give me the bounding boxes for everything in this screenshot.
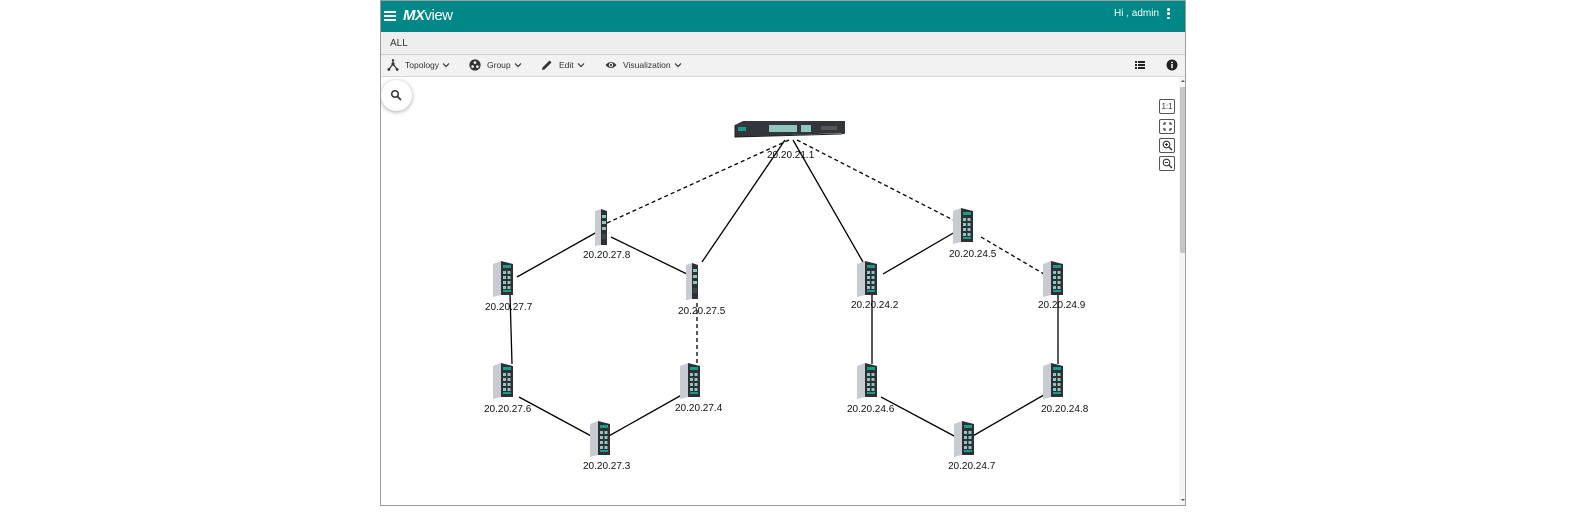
device-20-20-27-8[interactable] — [595, 209, 607, 246]
device-label-24-7: 20.20.24.7 — [948, 461, 996, 472]
topology-map: 20.20.21.1 20.20.27.8 20.20.27.7 20.20.2… — [484, 121, 1089, 472]
logo-mx: MX — [403, 7, 425, 24]
device-label-core: 20.20.21.1 — [767, 150, 815, 161]
zoom-reset-button[interactable]: 1:1 — [1159, 99, 1175, 114]
device-20-20-27-6[interactable] — [493, 363, 513, 399]
visualization-menu-button[interactable]: Visualization — [605, 59, 682, 71]
scrollbar-thumb[interactable] — [1180, 87, 1185, 253]
edit-menu-button[interactable]: Edit — [541, 59, 585, 71]
zoom-reset-label: 1:1 — [1161, 102, 1173, 111]
chevron-down-icon — [674, 63, 682, 68]
scroll-up-arrow-icon[interactable] — [1180, 78, 1186, 84]
device-20-20-24-7[interactable] — [954, 421, 974, 457]
user-greeting: Hi , admin — [1113, 8, 1159, 19]
fit-to-screen-button[interactable] — [1159, 119, 1175, 134]
link-24-8-to-24-7[interactable] — [970, 391, 1050, 438]
group-label: Group — [487, 60, 511, 70]
mxview-window: MXview Hi , admin ALL Topology Group Edi… — [380, 0, 1186, 506]
link-27-6-to-27-3[interactable] — [518, 396, 594, 438]
group-menu-button[interactable]: Group — [469, 59, 522, 71]
chevron-down-icon — [577, 63, 585, 68]
topology-canvas[interactable]: 20.20.21.1 20.20.27.8 20.20.27.7 20.20.2… — [381, 77, 1179, 505]
device-20-20-27-4[interactable] — [680, 363, 700, 399]
device-label-27-4: 20.20.27.4 — [675, 403, 723, 414]
device-label-24-6: 20.20.24.6 — [847, 404, 895, 415]
breadcrumb: ALL — [381, 32, 1185, 55]
device-20-20-27-5[interactable] — [686, 263, 698, 300]
device-label-27-8: 20.20.27.8 — [583, 250, 631, 261]
device-20-20-24-5[interactable] — [953, 208, 973, 244]
scroll-down-arrow-icon[interactable] — [1180, 497, 1186, 503]
zoom-out-icon — [1162, 158, 1173, 169]
device-20-20-24-2[interactable] — [857, 261, 877, 297]
device-label-27-3: 20.20.27.3 — [583, 461, 631, 472]
topology-links — [509, 139, 1059, 438]
chevron-down-icon — [442, 63, 450, 68]
toolbar: Topology Group Edit Visualization — [381, 55, 1185, 77]
zoom-in-icon — [1162, 140, 1173, 151]
link-21-1-to-27-8[interactable] — [606, 139, 790, 224]
info-icon[interactable] — [1166, 59, 1178, 71]
link-24-6-to-24-7[interactable] — [880, 396, 957, 438]
topology-icon — [387, 59, 399, 71]
hamburger-menu-icon[interactable] — [384, 9, 396, 23]
pencil-icon — [542, 60, 552, 70]
device-20-20-24-6[interactable] — [857, 363, 877, 399]
device-label-24-9: 20.20.24.9 — [1038, 300, 1086, 311]
link-27-4-to-27-3[interactable] — [606, 391, 688, 438]
device-20-20-27-7[interactable] — [493, 261, 513, 297]
device-label-24-8: 20.20.24.8 — [1041, 404, 1089, 415]
search-button[interactable] — [381, 80, 412, 111]
zoom-in-button[interactable] — [1159, 138, 1175, 153]
breadcrumb-all[interactable]: ALL — [390, 38, 408, 49]
list-view-icon[interactable] — [1134, 59, 1146, 71]
eye-icon — [605, 62, 617, 68]
fit-screen-icon — [1163, 122, 1172, 131]
device-label-27-5: 20.20.27.5 — [678, 306, 726, 317]
logo-view: view — [424, 7, 454, 24]
link-24-2-to-24-5[interactable] — [882, 231, 956, 275]
top-app-bar: MXview Hi , admin — [381, 1, 1185, 32]
device-label-27-7: 20.20.27.7 — [485, 302, 533, 313]
device-20-20-27-3[interactable] — [590, 421, 610, 457]
device-20-20-24-8[interactable] — [1043, 363, 1063, 399]
topology-menu-button[interactable]: Topology — [387, 59, 450, 71]
group-icon — [469, 59, 481, 71]
chevron-down-icon — [514, 63, 522, 68]
topology-label: Topology — [405, 60, 440, 70]
device-20-20-24-9[interactable] — [1043, 261, 1063, 297]
search-icon — [390, 89, 402, 101]
edit-label: Edit — [559, 60, 574, 70]
device-label-24-2: 20.20.24.2 — [851, 300, 899, 311]
device-label-24-5: 20.20.24.5 — [949, 249, 997, 260]
device-label-27-6: 20.20.27.6 — [484, 404, 532, 415]
app-logo: MXview — [403, 7, 453, 24]
link-21-1-to-24-5[interactable] — [796, 139, 960, 224]
visualization-label: Visualization — [623, 60, 671, 70]
more-options-icon[interactable] — [1167, 8, 1171, 22]
zoom-out-button[interactable] — [1159, 156, 1175, 171]
device-core-switch[interactable] — [734, 121, 846, 138]
